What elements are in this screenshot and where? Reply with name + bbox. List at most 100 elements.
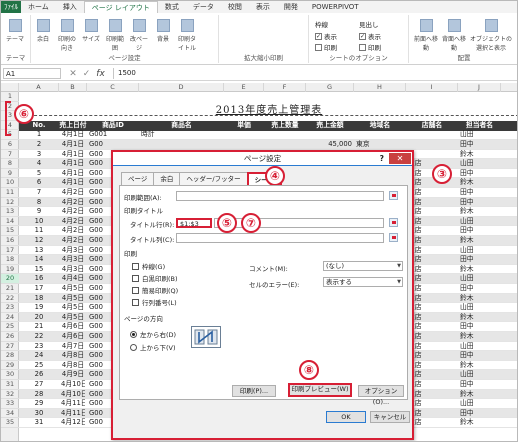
table-cell[interactable]: 山田 (460, 159, 499, 169)
row-header[interactable]: 20 (1, 274, 19, 284)
row-header[interactable]: 11 (1, 188, 19, 198)
table-cell[interactable]: 4月5日 (61, 284, 85, 294)
table-cell[interactable] (266, 140, 304, 150)
enter-icon[interactable]: ✓ (83, 69, 91, 79)
table-cell[interactable]: 屋店 (408, 217, 456, 227)
column-header[interactable]: J (458, 83, 501, 92)
bw-checkbox[interactable]: 白黒印刷(B) (132, 273, 178, 283)
table-cell[interactable]: 4月6日 (61, 322, 85, 332)
row-header[interactable]: 10 (1, 178, 19, 188)
table-cell[interactable]: 4月7日 (61, 342, 85, 352)
table-cell[interactable]: 時計 (141, 130, 222, 140)
row-header[interactable]: 33 (1, 399, 19, 409)
table-cell[interactable]: 30 (21, 409, 57, 419)
table-cell[interactable]: 屋店 (408, 342, 456, 352)
column-header[interactable]: B (59, 83, 87, 92)
table-cell[interactable]: 屋店 (408, 322, 456, 332)
title-cols-input[interactable] (176, 233, 384, 243)
range-picker-icon[interactable] (389, 233, 398, 242)
function-icon[interactable]: fx (96, 69, 105, 79)
table-cell[interactable]: 屋店 (408, 284, 456, 294)
ok-button[interactable]: OK (326, 411, 366, 423)
row-header[interactable]: 31 (1, 380, 19, 390)
table-cell[interactable]: 屋店 (408, 418, 456, 428)
table-cell[interactable]: 屋店 (408, 255, 456, 265)
table-cell[interactable]: 26 (21, 370, 57, 380)
table-cell[interactable]: 27 (21, 380, 57, 390)
table-cell[interactable]: 鈴木 (460, 313, 499, 323)
table-cell[interactable] (356, 130, 404, 140)
table-cell[interactable]: 3 (21, 150, 57, 160)
table-cell[interactable]: 鈴木 (460, 236, 499, 246)
table-cell[interactable]: 田中 (460, 198, 499, 208)
table-cell[interactable]: 4月8日 (61, 361, 85, 371)
table-cell[interactable]: 屋店 (408, 294, 456, 304)
table-cell[interactable]: 4月11日 (61, 409, 85, 419)
table-cell[interactable]: 4月10日 (61, 380, 85, 390)
table-cell[interactable]: 4月9日 (61, 370, 85, 380)
row-header[interactable]: 26 (1, 332, 19, 342)
print-area-button[interactable]: 印刷範囲 (105, 19, 125, 52)
tab-header-footer[interactable]: ヘッダー/フッター (179, 172, 248, 185)
table-cell[interactable]: 4 (21, 159, 57, 169)
table-cell[interactable]: 4月1日 (61, 140, 85, 150)
table-row[interactable]: 1 4月1日 G001 時計 山田 (19, 130, 517, 140)
table-cell[interactable]: 4月2日 (61, 207, 85, 217)
column-header[interactable]: I (406, 83, 458, 92)
table-cell[interactable]: 屋店 (408, 274, 456, 284)
table-cell[interactable]: 屋店 (408, 313, 456, 323)
table-cell[interactable]: 19 (21, 303, 57, 313)
close-icon[interactable]: ✕ (389, 153, 411, 164)
table-cell[interactable]: 屋店 (408, 198, 456, 208)
table-cell[interactable]: 屋店 (408, 207, 456, 217)
table-cell[interactable]: 東京 (356, 140, 404, 150)
table-cell[interactable]: 7 (21, 188, 57, 198)
table-cell[interactable]: 田中 (460, 255, 499, 265)
table-cell[interactable]: G001 (89, 130, 137, 140)
table-cell[interactable]: 山田 (460, 246, 499, 256)
table-cell[interactable]: 田中 (460, 140, 499, 150)
table-cell[interactable] (408, 140, 456, 150)
table-cell[interactable]: 21 (21, 322, 57, 332)
table-cell[interactable]: 18 (21, 294, 57, 304)
table-cell[interactable]: 4月1日 (61, 169, 85, 179)
tab-powerpivot[interactable]: POWERPIVOT (305, 1, 366, 13)
table-cell[interactable] (226, 140, 262, 150)
row-header[interactable]: 27 (1, 342, 19, 352)
table-cell[interactable]: 屋店 (408, 409, 456, 419)
table-cell[interactable]: 屋店 (408, 236, 456, 246)
row-header[interactable]: 23 (1, 303, 19, 313)
table-cell[interactable]: 山田 (460, 399, 499, 409)
themes-button[interactable]: テーマ (5, 19, 25, 43)
table-cell[interactable]: 4月5日 (61, 313, 85, 323)
table-cell[interactable]: 屋店 (408, 390, 456, 400)
print-titles-button[interactable]: 印刷タイトル (177, 19, 197, 52)
row-header[interactable]: 21 (1, 284, 19, 294)
table-cell[interactable]: 鈴木 (460, 361, 499, 371)
table-cell[interactable]: 屋店 (408, 332, 456, 342)
bring-forward-button[interactable]: 前面へ移動 (413, 19, 439, 52)
tab-data[interactable]: データ (186, 1, 221, 13)
column-header[interactable]: G (306, 83, 354, 92)
table-cell[interactable]: 10 (21, 217, 57, 227)
table-cell[interactable]: G00 (89, 140, 137, 150)
table-cell[interactable]: 4月1日 (61, 178, 85, 188)
table-cell[interactable]: 田中 (460, 380, 499, 390)
print-preview-button[interactable]: 印刷プレビュー(W) (288, 383, 352, 397)
table-cell[interactable]: 14 (21, 255, 57, 265)
row-header[interactable]: 19 (1, 265, 19, 275)
row-header[interactable]: 34 (1, 409, 19, 419)
row-header[interactable]: 22 (1, 294, 19, 304)
formula-input[interactable]: 1500 (113, 68, 517, 79)
draft-checkbox[interactable]: 簡易印刷(Q) (132, 285, 178, 295)
rowcol-checkbox[interactable]: 行列番号(L) (132, 297, 177, 307)
table-cell[interactable]: 山田 (460, 217, 499, 227)
table-cell[interactable]: 4月2日 (61, 198, 85, 208)
table-cell[interactable]: 4月1日 (61, 130, 85, 140)
range-picker-icon[interactable] (389, 218, 398, 227)
background-button[interactable]: 背景 (153, 19, 173, 43)
print-button[interactable]: 印刷(P)... (232, 385, 276, 397)
table-cell[interactable]: 田中 (460, 284, 499, 294)
row-header[interactable]: 28 (1, 351, 19, 361)
send-backward-button[interactable]: 背面へ移動 (441, 19, 467, 52)
